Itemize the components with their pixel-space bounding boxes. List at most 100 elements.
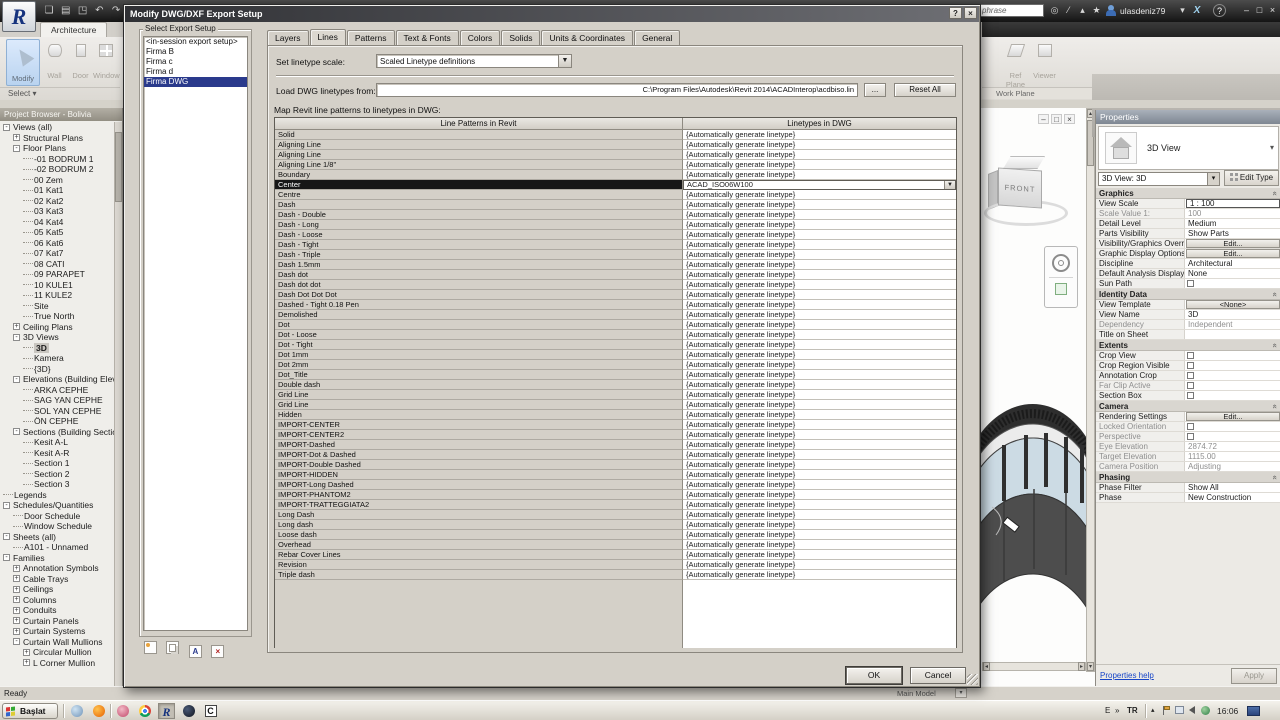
tree-expander-icon[interactable]: + bbox=[23, 648, 30, 656]
linetype-cell[interactable]: {Automatically generate linetype} bbox=[683, 310, 956, 320]
line-pattern-cell[interactable]: IMPORT-CENTER bbox=[275, 420, 683, 430]
table-row[interactable]: Dot 2mm {Automatically generate linetype} bbox=[275, 360, 956, 370]
window-tool[interactable]: Window bbox=[93, 39, 120, 86]
tree-item[interactable]: -Sections (Building Section) bbox=[0, 427, 114, 438]
table-row[interactable]: Dash - Loose {Automatically generate line… bbox=[275, 230, 956, 240]
line-pattern-cell[interactable]: IMPORT-PHANTOM2 bbox=[275, 490, 683, 500]
table-row[interactable]: Double dash {Automatically generate linet… bbox=[275, 380, 956, 390]
property-row[interactable]: Target Elevation 1115.00 bbox=[1096, 452, 1280, 462]
edit-type-button[interactable]: Edit Type bbox=[1224, 170, 1279, 186]
key-icon[interactable]: ⁄ bbox=[1062, 4, 1075, 17]
table-row[interactable]: Dash {Automatically generate linetype} bbox=[275, 200, 956, 210]
properties-title[interactable]: Properties bbox=[1096, 110, 1280, 124]
line-pattern-cell[interactable]: Dash - Double bbox=[275, 210, 683, 220]
table-row[interactable]: IMPORT-TRATTEGGIATA2 {Automatically gener… bbox=[275, 500, 956, 510]
table-row[interactable]: Aligning Line {Automatically generate lin… bbox=[275, 140, 956, 150]
tree-item[interactable]: - Floor Plans bbox=[0, 143, 114, 154]
table-row[interactable]: Loose dash {Automatically generate linety… bbox=[275, 530, 956, 540]
property-value[interactable]: Edit... bbox=[1184, 249, 1280, 258]
table-row[interactable]: IMPORT-Dashed {Automatically generate lin… bbox=[275, 440, 956, 450]
property-row[interactable]: Perspective bbox=[1096, 432, 1280, 442]
section-header[interactable]: Camera « bbox=[1096, 401, 1280, 412]
table-row[interactable]: Triple dash {Automatically generate linet… bbox=[275, 570, 956, 580]
table-row[interactable]: Long dash {Automatically generate linetyp… bbox=[275, 520, 956, 530]
export-setup-item[interactable]: Firma DWG bbox=[144, 77, 247, 87]
property-value[interactable]: None bbox=[1184, 269, 1280, 278]
linetype-cell[interactable]: {Automatically generate linetype} bbox=[683, 360, 956, 370]
tree-item[interactable]: - Families bbox=[0, 553, 114, 564]
project-browser-title[interactable]: Project Browser - Bolivia bbox=[0, 108, 122, 121]
linetype-cell[interactable]: ACAD_ISO06W100 ▼ bbox=[683, 180, 956, 190]
linetype-cell[interactable]: {Automatically generate linetype} bbox=[683, 500, 956, 510]
undo-icon[interactable]: ↶ bbox=[92, 5, 106, 17]
tree-expander-icon[interactable]: + bbox=[13, 606, 20, 614]
view-minimize-icon[interactable]: – bbox=[1038, 114, 1049, 124]
tree-item[interactable]: ARKA CEPHE bbox=[0, 385, 114, 396]
property-value[interactable] bbox=[1184, 381, 1280, 390]
property-value[interactable] bbox=[1184, 361, 1280, 370]
export-setup-item[interactable]: <in-session export setup> bbox=[144, 37, 247, 47]
table-row[interactable]: IMPORT-Double Dashed {Automatically gener… bbox=[275, 460, 956, 470]
linetype-cell[interactable]: {Automatically generate linetype} bbox=[683, 400, 956, 410]
property-row[interactable]: Graphic Display Options Edit... bbox=[1096, 249, 1280, 259]
property-value[interactable]: 1 : 100 bbox=[1184, 199, 1280, 208]
view-close-icon[interactable]: × bbox=[1064, 114, 1075, 124]
show-hidden-icons-arrow[interactable]: ▴ bbox=[1151, 706, 1155, 714]
dialog-help-icon[interactable]: ? bbox=[949, 7, 962, 19]
line-pattern-cell[interactable]: Dot 1mm bbox=[275, 350, 683, 360]
line-pattern-cell[interactable]: IMPORT-Dashed bbox=[275, 440, 683, 450]
table-row[interactable]: Dash 1.5mm {Automatically generate linety… bbox=[275, 260, 956, 270]
property-value[interactable] bbox=[1184, 391, 1280, 400]
tree-item[interactable]: 04 Kat4 bbox=[0, 217, 114, 228]
property-row[interactable]: View Name 3D bbox=[1096, 310, 1280, 320]
property-row[interactable]: View Scale 1 : 100 bbox=[1096, 199, 1280, 209]
linetype-cell[interactable]: {Automatically generate linetype} bbox=[683, 490, 956, 500]
table-row[interactable]: Dash - Long {Automatically generate linet… bbox=[275, 220, 956, 230]
property-value[interactable] bbox=[1184, 330, 1280, 339]
start-button[interactable]: Başlat bbox=[2, 703, 58, 719]
linetype-cell[interactable]: {Automatically generate linetype} bbox=[683, 390, 956, 400]
property-row[interactable]: Crop Region Visible bbox=[1096, 361, 1280, 371]
property-value[interactable]: Show Parts bbox=[1184, 229, 1280, 238]
property-value[interactable]: New Construction bbox=[1184, 493, 1280, 502]
view-restore-icon[interactable]: □ bbox=[1051, 114, 1062, 124]
linetype-cell[interactable]: {Automatically generate linetype} bbox=[683, 160, 956, 170]
dropdown-arrow-icon[interactable]: ▼ bbox=[558, 55, 571, 67]
tree-item[interactable]: 11 KULE2 bbox=[0, 290, 114, 301]
tree-expander-icon[interactable]: - bbox=[13, 638, 20, 646]
line-pattern-cell[interactable]: Solid bbox=[275, 130, 683, 140]
select-panel-label[interactable]: Select ▾ bbox=[0, 87, 120, 99]
camtasia-icon[interactable]: C bbox=[202, 703, 219, 719]
new-setup-icon[interactable] bbox=[144, 641, 157, 654]
line-pattern-cell[interactable]: Loose dash bbox=[275, 530, 683, 540]
linetype-cell[interactable]: {Automatically generate linetype} bbox=[683, 170, 956, 180]
view-horizontal-scrollbar[interactable]: ◂ ▸ bbox=[982, 662, 1086, 671]
table-row[interactable]: IMPORT-Long Dashed {Automatically generat… bbox=[275, 480, 956, 490]
line-pattern-cell[interactable]: Dash - Triple bbox=[275, 250, 683, 260]
resize-grip[interactable] bbox=[967, 674, 978, 685]
line-pattern-cell[interactable]: Dot - Loose bbox=[275, 330, 683, 340]
linetype-cell[interactable]: {Automatically generate linetype} bbox=[683, 540, 956, 550]
tree-expander-icon[interactable]: + bbox=[23, 659, 30, 667]
property-row[interactable]: Section Box bbox=[1096, 391, 1280, 401]
line-pattern-cell[interactable]: Dashed - Tight 0.18 Pen bbox=[275, 300, 683, 310]
property-row[interactable]: Parts Visibility Show Parts bbox=[1096, 229, 1280, 239]
tree-item[interactable]: Section 3 bbox=[0, 479, 114, 490]
linetype-cell[interactable]: {Automatically generate linetype} bbox=[683, 550, 956, 560]
tree-item[interactable]: Kesit A-R bbox=[0, 448, 114, 459]
property-value[interactable]: 2874.72 bbox=[1184, 442, 1280, 451]
linetype-cell[interactable]: {Automatically generate linetype} bbox=[683, 440, 956, 450]
open-icon[interactable]: ❏ bbox=[42, 5, 56, 17]
linetype-cell[interactable]: {Automatically generate linetype} bbox=[683, 230, 956, 240]
linetype-cell[interactable]: {Automatically generate linetype} bbox=[683, 290, 956, 300]
table-row[interactable]: Hidden {Automatically generate linetype} bbox=[275, 410, 956, 420]
table-row[interactable]: Boundary {Automatically generate linetype… bbox=[275, 170, 956, 180]
property-row[interactable]: Visibility/Graphics Overri... Edit... bbox=[1096, 239, 1280, 249]
line-pattern-cell[interactable]: Dash dot dot bbox=[275, 280, 683, 290]
checkbox[interactable] bbox=[1187, 392, 1194, 399]
property-value[interactable]: <None> bbox=[1184, 300, 1280, 309]
checkbox[interactable] bbox=[1187, 362, 1194, 369]
application-menu-button[interactable]: R bbox=[2, 1, 36, 32]
view-selector-combo[interactable]: 3D View: 3D ▾ bbox=[1098, 172, 1220, 186]
tree-item[interactable]: -01 BODRUM 1 bbox=[0, 154, 114, 165]
